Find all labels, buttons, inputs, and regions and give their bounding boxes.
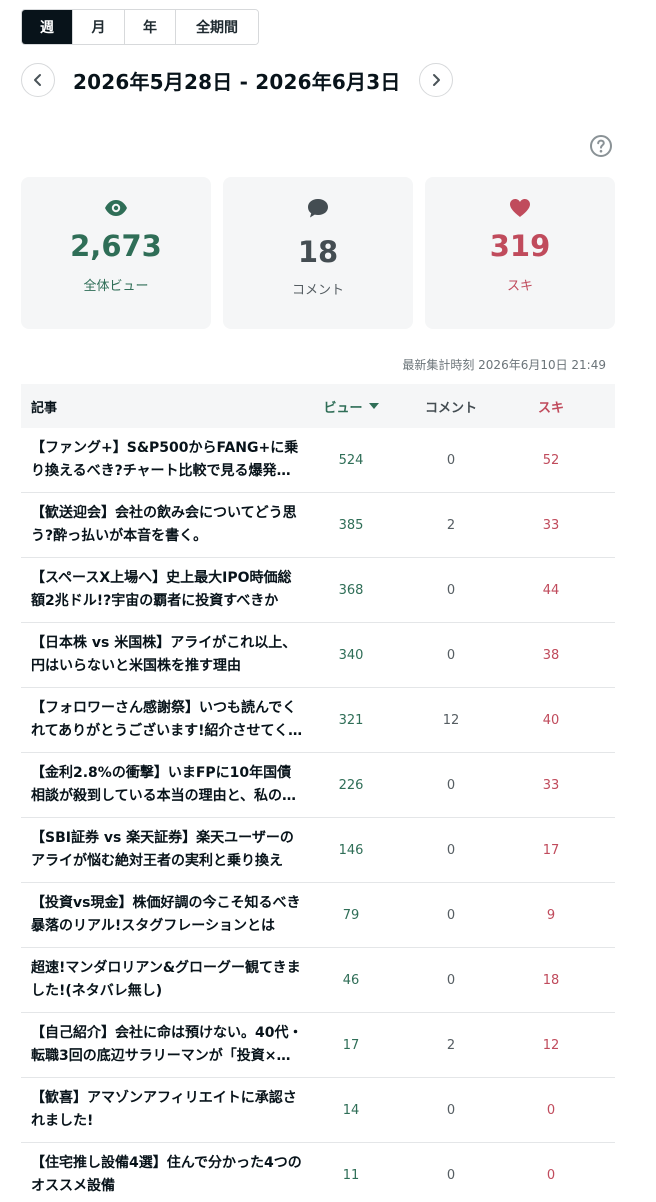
tab-month[interactable]: 月 xyxy=(73,10,125,44)
table-row[interactable]: 【日本株 vs 米国株】アライがこれ以上、円はいらないと米国株を推す理由 340 0… xyxy=(21,623,615,688)
article-views: 146 xyxy=(338,842,364,858)
table-row[interactable]: 超速!マンダロリアン&グローグー観てきました!(ネタバレ無し) 46 0 18 xyxy=(21,948,615,1013)
tab-all-time[interactable]: 全期間 xyxy=(176,10,258,44)
article-views: 385 xyxy=(338,517,364,533)
article-likes: 12 xyxy=(542,1037,560,1053)
article-comments: 0 xyxy=(446,1167,456,1183)
table-row[interactable]: 【スペースX上場へ】史上最大IPO時価総額2兆ドル!?宇宙の覇者に投資すべきか 3… xyxy=(21,558,615,623)
header-title: 記事 xyxy=(31,400,58,416)
comments-stat-card: 18 コメント xyxy=(223,177,413,329)
speech-bubble-icon xyxy=(305,195,331,221)
article-views: 79 xyxy=(342,907,360,923)
article-views: 524 xyxy=(338,452,364,468)
article-likes: 38 xyxy=(542,647,560,663)
table-row[interactable]: 【住宅推し設備4選】住んで分かった4つのオススメ設備 11 0 0 xyxy=(21,1143,615,1202)
comments-total: 18 xyxy=(297,235,339,269)
heart-icon xyxy=(507,195,533,221)
table-row[interactable]: 【歓送迎会】会社の飲み会についてどう思う?酔っ払いが本音を書く。 385 2 33 xyxy=(21,493,615,558)
table-row[interactable]: 【SBI証券 vs 楽天証券】楽天ユーザーのアライが悩む絶対王者の実利と乗り換え… xyxy=(21,818,615,883)
header-comments[interactable]: コメント xyxy=(391,397,511,416)
header-views-label: ビュー xyxy=(323,400,363,416)
views-stat-card: 2,673 全体ビュー xyxy=(21,177,211,329)
article-comments: 0 xyxy=(446,972,456,988)
article-views: 368 xyxy=(338,582,364,598)
article-likes: 44 xyxy=(542,582,560,598)
article-likes: 40 xyxy=(542,712,560,728)
article-views: 340 xyxy=(338,647,364,663)
chevron-left-icon xyxy=(34,74,41,86)
article-title[interactable]: 【住宅推し設備4選】住んで分かった4つのオススメ設備 xyxy=(21,1152,311,1198)
article-title[interactable]: 【自己紹介】会社に命は預けない。40代・転職3回の底辺サラリーマンが「投資×副業… xyxy=(21,1022,311,1068)
header-views[interactable]: ビュー xyxy=(311,397,391,416)
article-views: 46 xyxy=(342,972,360,988)
table-header: 記事 ビュー コメント スキ xyxy=(21,384,615,428)
article-likes: 9 xyxy=(546,907,556,923)
date-range: 2026年5月28日 - 2026年6月3日 xyxy=(73,69,401,94)
article-comments: 0 xyxy=(446,907,456,923)
tab-year[interactable]: 年 xyxy=(125,10,176,44)
tab-week[interactable]: 週 xyxy=(22,10,73,44)
article-title[interactable]: 【金利2.8%の衝撃】いまFPに10年国債相談が殺到している本当の理由と、私の答… xyxy=(21,762,311,808)
article-likes: 0 xyxy=(546,1102,556,1118)
article-views: 17 xyxy=(342,1037,360,1053)
article-title[interactable]: 超速!マンダロリアン&グローグー観てきました!(ネタバレ無し) xyxy=(21,957,311,1003)
article-likes: 0 xyxy=(546,1167,556,1183)
last-updated: 最新集計時刻 2026年6月10日 21:49 xyxy=(402,358,606,372)
article-title[interactable]: 【スペースX上場へ】史上最大IPO時価総額2兆ドル!?宇宙の覇者に投資すべきか xyxy=(21,567,311,613)
article-comments: 12 xyxy=(442,712,460,728)
table-row[interactable]: 【自己紹介】会社に命は預けない。40代・転職3回の底辺サラリーマンが「投資×副業… xyxy=(21,1013,615,1078)
table-row[interactable]: 【投資vs現金】株価好調の今こそ知るべき暴落のリアル!スタグフレーションとは 79… xyxy=(21,883,615,948)
chevron-right-icon xyxy=(432,74,440,86)
article-views: 226 xyxy=(338,777,364,793)
article-likes: 33 xyxy=(542,517,560,533)
article-title[interactable]: 【歓喜】アマゾンアフィリエイトに承認されました! xyxy=(21,1087,311,1133)
article-comments: 2 xyxy=(446,1037,456,1053)
likes-stat-card: 319 スキ xyxy=(425,177,615,329)
date-navigation: 2026年5月28日 - 2026年6月3日 xyxy=(21,62,453,98)
article-title[interactable]: 【フォロワーさん感謝祭】いつも読んでくれてありがとうございます!紹介させてくださ… xyxy=(21,697,311,743)
likes-total: 319 xyxy=(489,229,551,263)
views-total: 2,673 xyxy=(70,229,162,263)
article-comments: 0 xyxy=(446,647,456,663)
eye-icon xyxy=(103,195,129,221)
article-comments: 0 xyxy=(446,1102,456,1118)
views-label: 全体ビュー xyxy=(83,279,149,294)
article-likes: 17 xyxy=(542,842,560,858)
article-title[interactable]: 【ファング+】S&P500からFANG+に乗り換えるべき?チャート比較で見る爆発… xyxy=(21,437,311,483)
article-views: 11 xyxy=(342,1167,360,1183)
comments-label: コメント xyxy=(291,283,344,298)
article-likes: 52 xyxy=(542,452,560,468)
sort-down-icon xyxy=(368,403,379,409)
likes-label: スキ xyxy=(506,279,533,294)
table-row[interactable]: 【金利2.8%の衝撃】いまFPに10年国債相談が殺到している本当の理由と、私の答… xyxy=(21,753,615,818)
article-views: 321 xyxy=(338,712,364,728)
article-title[interactable]: 【歓送迎会】会社の飲み会についてどう思う?酔っ払いが本音を書く。 xyxy=(21,502,311,548)
period-tabs: 週 月 年 全期間 xyxy=(21,9,259,45)
table-body: 【ファング+】S&P500からFANG+に乗り換えるべき?チャート比較で見る爆発… xyxy=(21,428,615,1202)
help-circle-icon[interactable] xyxy=(589,134,613,158)
prev-period-button[interactable] xyxy=(21,63,55,97)
article-views: 14 xyxy=(342,1102,360,1118)
article-comments: 0 xyxy=(446,842,456,858)
article-title[interactable]: 【SBI証券 vs 楽天証券】楽天ユーザーのアライが悩む絶対王者の実利と乗り換え xyxy=(21,827,311,873)
article-likes: 18 xyxy=(542,972,560,988)
article-comments: 0 xyxy=(446,582,456,598)
article-comments: 0 xyxy=(446,777,456,793)
article-comments: 0 xyxy=(446,452,456,468)
article-comments: 2 xyxy=(446,517,456,533)
articles-table: 記事 ビュー コメント スキ 【ファング+】S&P500からFANG+に乗り換え… xyxy=(21,384,615,1202)
table-row[interactable]: 【歓喜】アマゾンアフィリエイトに承認されました! 14 0 0 xyxy=(21,1078,615,1143)
table-row[interactable]: 【ファング+】S&P500からFANG+に乗り換えるべき?チャート比較で見る爆発… xyxy=(21,428,615,493)
table-row[interactable]: 【フォロワーさん感謝祭】いつも読んでくれてありがとうございます!紹介させてくださ… xyxy=(21,688,615,753)
article-title[interactable]: 【投資vs現金】株価好調の今こそ知るべき暴落のリアル!スタグフレーションとは xyxy=(21,892,311,938)
article-likes: 33 xyxy=(542,777,560,793)
article-title[interactable]: 【日本株 vs 米国株】アライがこれ以上、円はいらないと米国株を推す理由 xyxy=(21,632,311,678)
next-period-button[interactable] xyxy=(418,63,453,97)
header-likes[interactable]: スキ xyxy=(511,397,591,416)
